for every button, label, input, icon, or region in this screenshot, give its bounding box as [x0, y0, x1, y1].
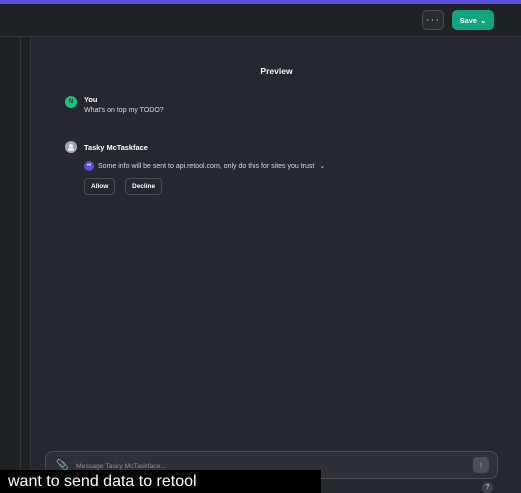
chevron-down-icon: ⌄: [480, 15, 487, 25]
help-icon: ?: [485, 484, 490, 491]
allow-button-label: Allow: [91, 183, 109, 190]
send-button[interactable]: ↑: [473, 457, 489, 473]
left-rail: [0, 37, 21, 493]
data-sharing-notice: •• Some info will be sent to api.retool.…: [84, 161, 325, 171]
decline-button-label: Decline: [132, 183, 156, 190]
more-icon: ···: [426, 14, 440, 26]
assistant-name: Tasky McTaskface: [84, 143, 148, 152]
plugin-icon: ••: [84, 161, 94, 171]
save-button-label: Save: [459, 15, 478, 25]
assistant-avatar: [65, 141, 77, 153]
send-icon: ↑: [478, 460, 484, 470]
chevron-down-icon[interactable]: ⌄: [319, 162, 325, 170]
topbar: ··· Save ⌄: [0, 4, 521, 37]
more-options-button[interactable]: ···: [422, 10, 444, 30]
decline-button[interactable]: Decline: [125, 178, 163, 195]
user-avatar-letter: N: [68, 99, 74, 105]
user-message: What's on top my TODO?: [84, 107, 164, 114]
help-button[interactable]: ?: [482, 482, 493, 493]
preview-panel: Preview N You What's on top my TODO? Tas…: [30, 37, 521, 493]
assistant-avatar-image: [65, 141, 77, 153]
video-caption: want to send data to retool: [0, 470, 321, 493]
preview-title: Preview: [260, 66, 293, 76]
save-button[interactable]: Save ⌄: [452, 10, 494, 30]
user-avatar: N: [65, 96, 77, 108]
notice-text: Some info will be sent to api.retool.com…: [98, 162, 315, 170]
allow-button[interactable]: Allow: [84, 178, 116, 195]
user-name: You: [84, 95, 98, 104]
